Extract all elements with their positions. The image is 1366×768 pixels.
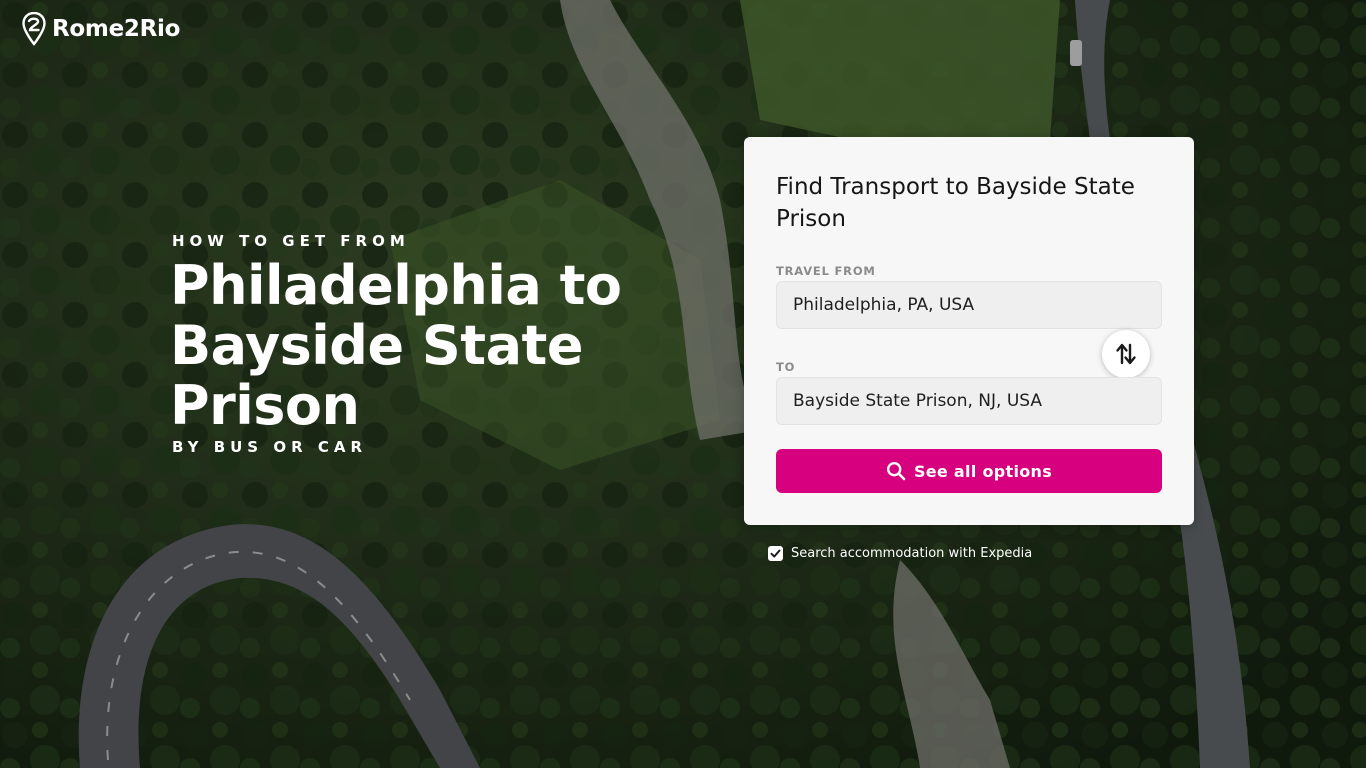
hero-headline: Philadelphia to Bayside State Prison	[170, 256, 772, 436]
hero-headline-line1: Philadelphia to	[170, 254, 622, 317]
hero-headline-line2: Bayside State Prison	[170, 314, 583, 437]
see-all-options-button[interactable]: See all options	[776, 449, 1162, 493]
hero-subline: BY BUS OR CAR	[172, 438, 368, 456]
checkmark-icon	[770, 549, 781, 558]
swap-arrows-icon	[1116, 343, 1136, 365]
brand-name: Rome2Rio	[52, 16, 181, 42]
travel-to-value: Bayside State Prison, NJ, USA	[793, 391, 1042, 411]
travel-to-input[interactable]: Bayside State Prison, NJ, USA	[776, 377, 1162, 425]
accommodation-checkbox[interactable]	[768, 546, 783, 561]
search-card: Find Transport to Bayside State Prison T…	[744, 137, 1194, 525]
rome2rio-pin-icon	[22, 12, 46, 46]
travel-from-input[interactable]: Philadelphia, PA, USA	[776, 281, 1162, 329]
accommodation-checkbox-label: Search accommodation with Expedia	[791, 546, 1033, 561]
travel-to-label: TO	[776, 360, 796, 374]
hero-kicker: HOW TO GET FROM	[172, 232, 410, 250]
travel-from-label: TRAVEL FROM	[776, 264, 876, 278]
search-card-title: Find Transport to Bayside State Prison	[776, 174, 1135, 232]
travel-from-value: Philadelphia, PA, USA	[793, 295, 975, 315]
swap-locations-button[interactable]	[1102, 330, 1150, 378]
see-all-options-label: See all options	[913, 461, 1053, 481]
accommodation-checkbox-row[interactable]: Search accommodation with Expedia	[768, 546, 1032, 561]
hero-text-block: HOW TO GET FROM Philadelphia to Bayside …	[170, 232, 772, 456]
rome2rio-logo-link[interactable]: Rome2Rio	[22, 12, 180, 46]
search-icon	[886, 461, 906, 481]
